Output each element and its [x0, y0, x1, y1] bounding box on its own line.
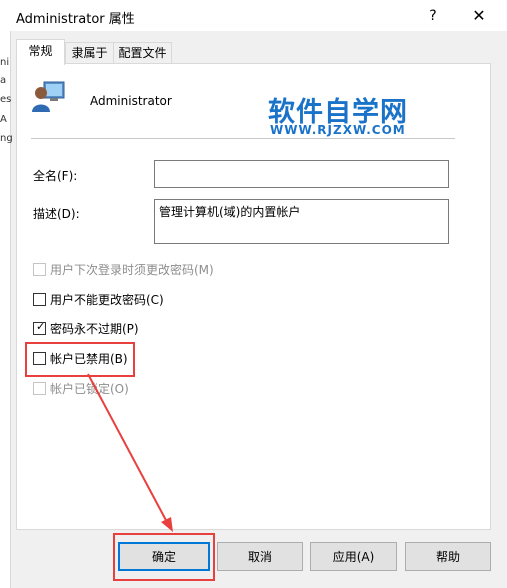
checkbox-label: 帐户已锁定(O) [50, 381, 129, 396]
apply-button[interactable]: 应用(A) [310, 542, 397, 571]
background-window-edge: ni a es A ng [0, 31, 13, 588]
annotation-box-disabled [25, 342, 135, 377]
tab-member-of-label: 隶属于 [71, 46, 108, 60]
full-name-field[interactable] [154, 160, 449, 188]
tab-general-label: 常规 [28, 44, 53, 58]
checkbox-box[interactable] [33, 381, 46, 395]
general-tab-panel: Administrator 全名(F): 描述(D): 管理计算机(域)的内置帐… [16, 63, 491, 530]
watermark-url: WWW.RJZXW.COM [270, 123, 406, 137]
help-title-button[interactable]: ? [410, 0, 456, 31]
annotation-box-ok [113, 533, 215, 581]
checkbox-label: 密码永不过期(P) [50, 321, 139, 336]
edge-text: es [0, 94, 12, 105]
checkbox-must-change-password[interactable]: 用户下次登录时须更改密码(M) [33, 261, 214, 277]
help-icon: ? [429, 7, 437, 24]
edge-text: A [0, 114, 7, 125]
description-field[interactable]: 管理计算机(域)的内置帐户 [154, 199, 449, 244]
window-title: Administrator 属性 [16, 12, 135, 27]
tab-general[interactable]: 常规 [16, 39, 65, 65]
checkbox-account-locked[interactable]: 帐户已锁定(O) [33, 380, 129, 396]
tab-member-of[interactable]: 隶属于 [65, 42, 114, 63]
full-name-label: 全名(F): [33, 169, 78, 183]
close-icon: ✕ [472, 6, 486, 25]
edge-text: ng [0, 133, 13, 144]
close-button[interactable]: ✕ [456, 0, 502, 31]
checkbox-box[interactable] [33, 262, 46, 276]
checkbox-box[interactable] [33, 292, 46, 306]
description-label: 描述(D): [33, 207, 80, 221]
checkbox-cannot-change-password[interactable]: 用户不能更改密码(C) [33, 291, 164, 307]
edge-text: ni [0, 57, 10, 68]
checkbox-label: 用户下次登录时须更改密码(M) [50, 262, 214, 277]
edge-text: a [0, 75, 7, 86]
tab-profile-label: 配置文件 [118, 46, 167, 60]
checkbox-password-never-expires[interactable]: ✓ 密码永不过期(P) [33, 320, 139, 336]
help-button[interactable]: 帮助 [405, 542, 491, 571]
checkbox-box[interactable]: ✓ [33, 319, 46, 335]
tab-profile[interactable]: 配置文件 [113, 42, 172, 63]
user-icon [32, 81, 65, 112]
title-bar: Administrator 属性 ? ✕ [0, 0, 507, 31]
user-name: Administrator [90, 94, 172, 108]
check-mark-icon: ✓ [36, 319, 46, 333]
separator [31, 138, 455, 139]
cancel-button[interactable]: 取消 [217, 542, 303, 571]
checkbox-label: 用户不能更改密码(C) [50, 292, 164, 307]
